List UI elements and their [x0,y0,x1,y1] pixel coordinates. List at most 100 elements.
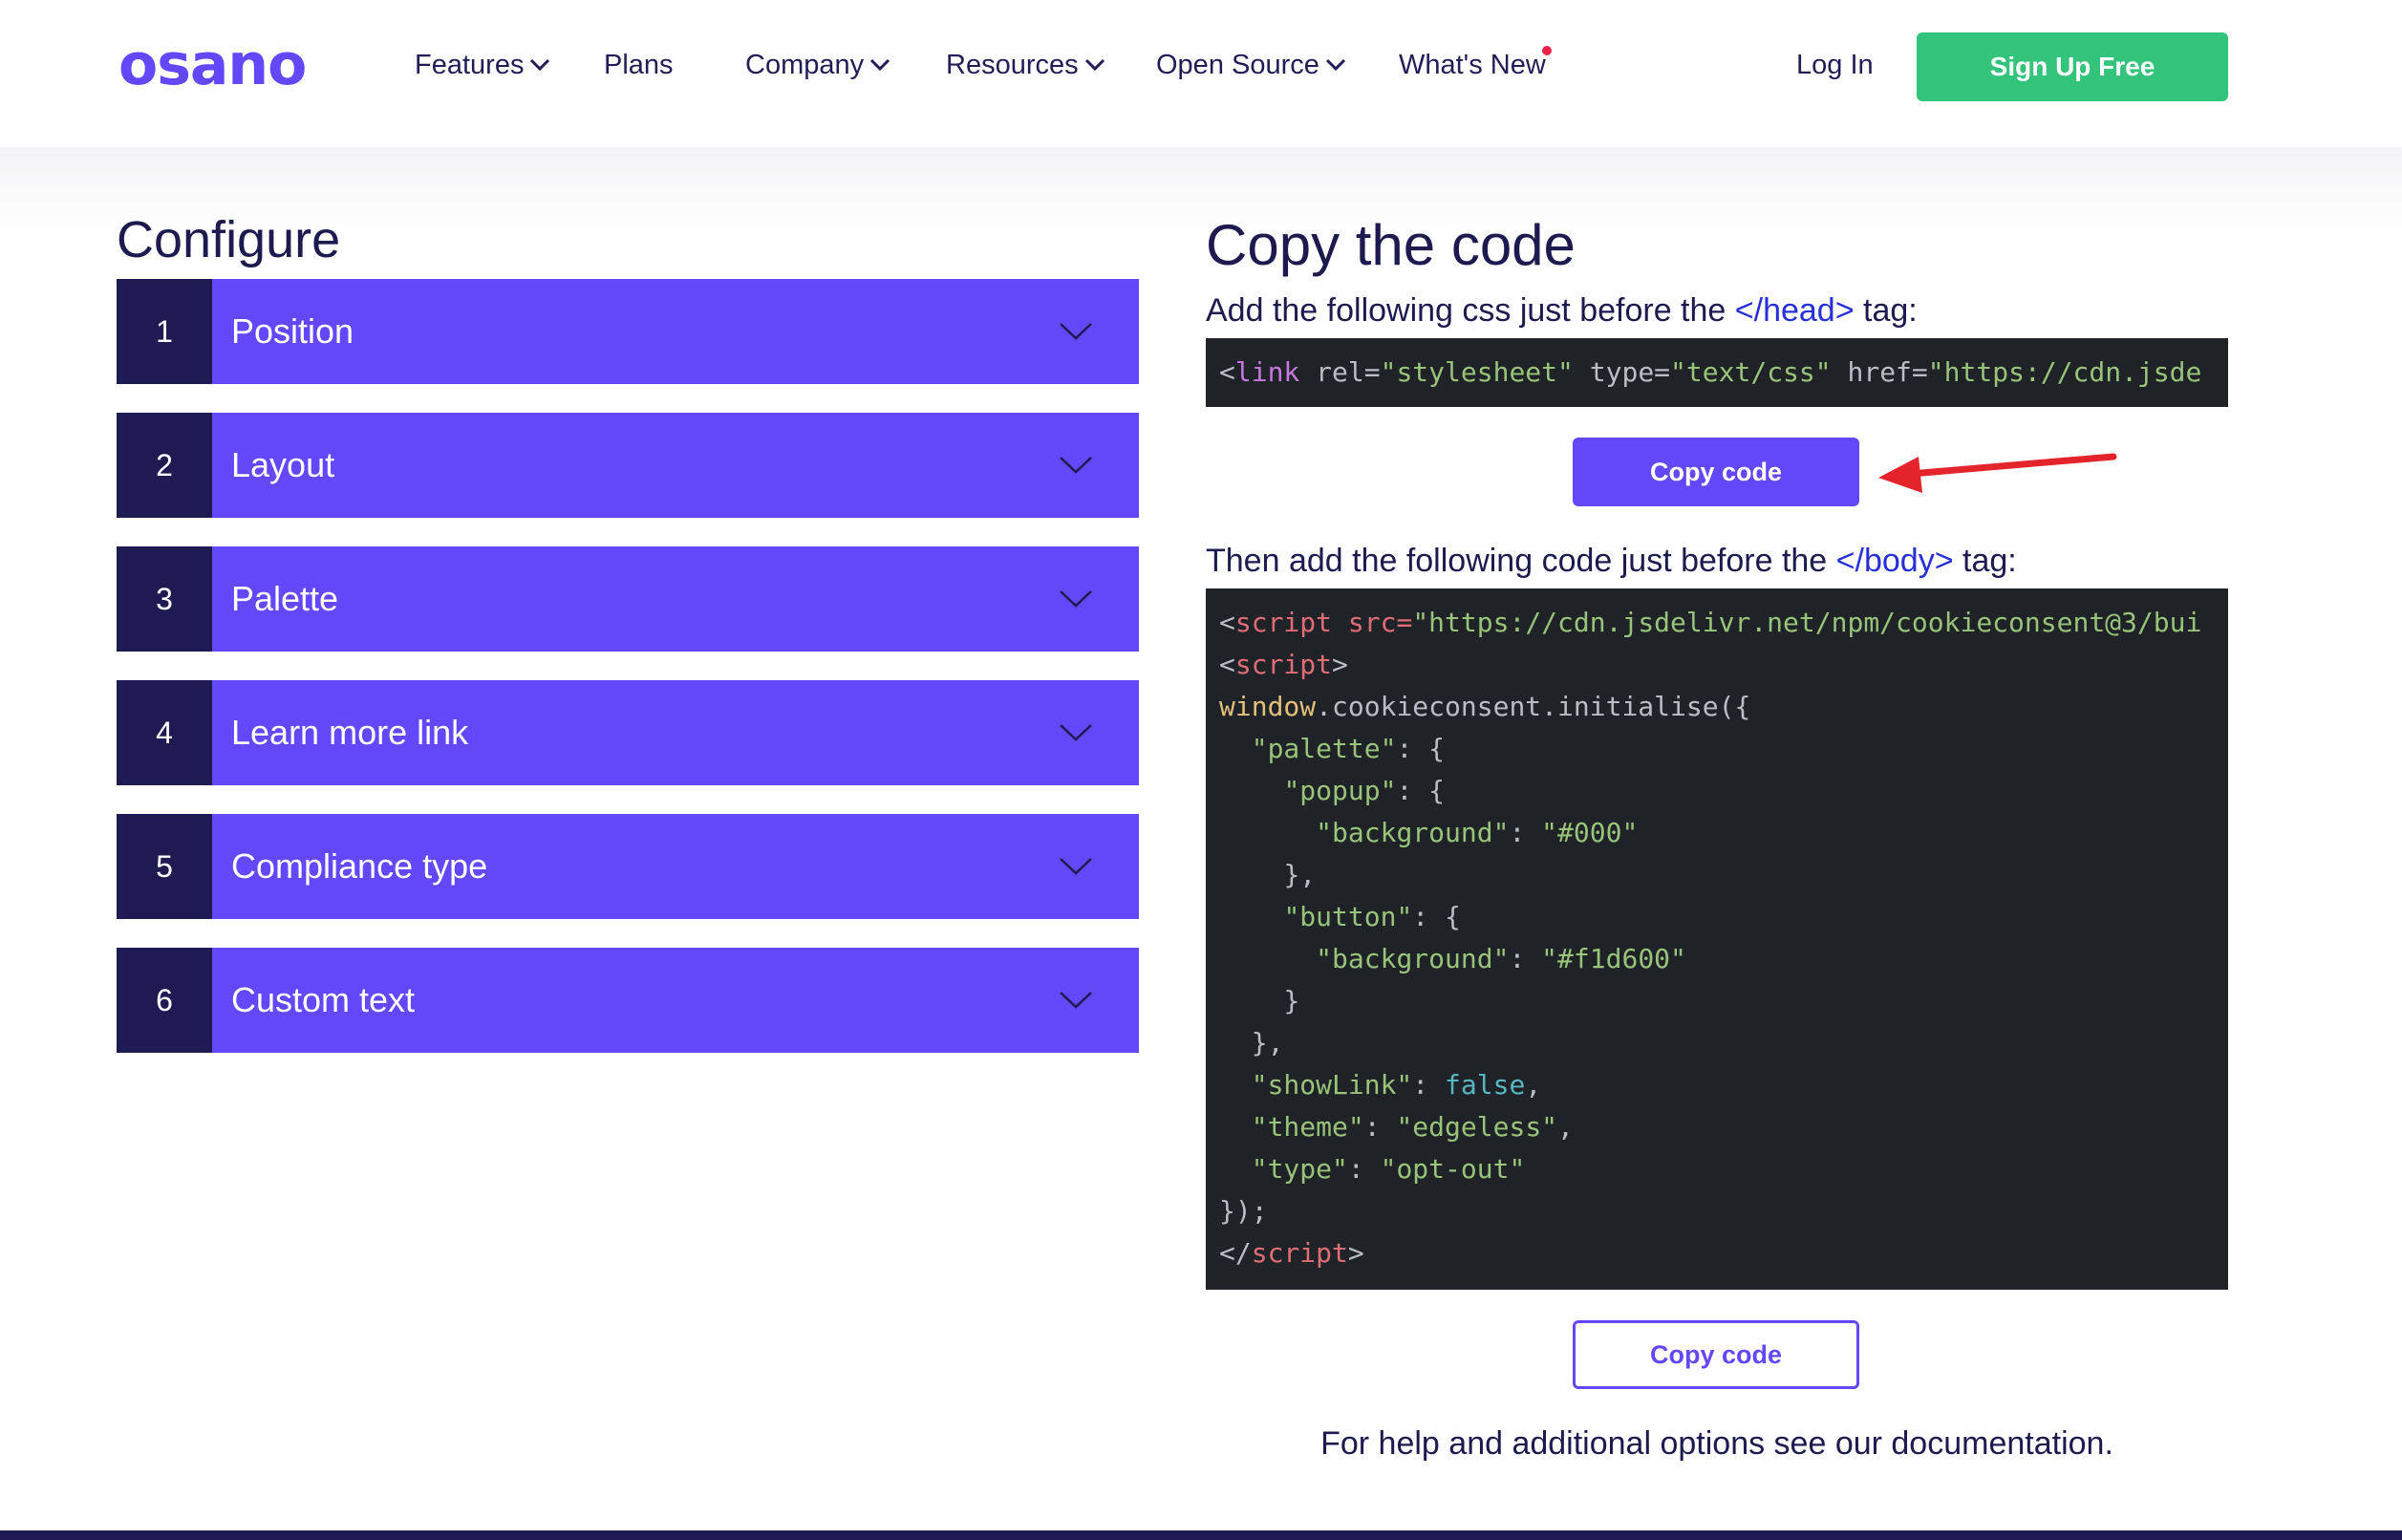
code-token: > [1347,1237,1364,1269]
css-instruction: Add the following css just before the </… [1206,292,1918,330]
copy-js-button[interactable]: Copy code [1573,1320,1859,1389]
nav-company[interactable]: Company [745,46,890,84]
body-tag: </body> [1835,543,1954,579]
nav-features-label: Features [415,49,525,80]
nav-whats-new-label: What's New [1399,49,1546,80]
chevron-down-icon [1060,457,1092,474]
code-token: "text/css" [1670,356,1832,388]
css-code-block[interactable]: <link rel="stylesheet" type="text/css" h… [1206,338,2228,407]
code-token: : [1412,1069,1446,1101]
css-instruction-before: Add the following css just before the [1206,292,1735,329]
signup-button[interactable]: Sign Up Free [1917,32,2228,101]
code-token: src= [1332,607,1413,638]
code-token: "background" [1316,943,1510,974]
help-text: For help and additional options see our … [1320,1425,2113,1462]
code-token: : [1509,817,1542,848]
code-token: "edgeless" [1396,1111,1558,1143]
code-token: "theme" [1251,1111,1364,1143]
code-token: script [1251,1237,1348,1269]
nav-open-source[interactable]: Open Source [1156,46,1346,84]
accordion-layout[interactable]: 2 Layout [117,413,1139,518]
js-code-block[interactable]: <script src="https://cdn.jsdelivr.net/np… [1206,588,2228,1290]
code-token: "background" [1316,817,1510,848]
code-token: : { [1412,901,1461,932]
accordion-palette[interactable]: 3 Palette [117,546,1139,652]
code-token: type= [1573,356,1671,388]
nav-whats-new[interactable]: What's New [1399,46,1546,84]
nav-features[interactable]: Features [415,46,550,84]
accordion-learn-more-link[interactable]: 4 Learn more link [117,680,1139,785]
js-instruction: Then add the following code just before … [1206,543,2017,580]
code-token: }); [1219,1195,1268,1227]
code-token: < [1219,607,1235,638]
nav-plans[interactable]: Plans [604,46,674,84]
code-token: "palette" [1251,733,1397,764]
copy-code-title: Copy the code [1206,213,1576,277]
step-number: 2 [117,413,212,518]
code-token: : [1509,943,1542,974]
accordion-label: Compliance type [231,846,488,886]
step-number: 5 [117,814,212,919]
code-token: < [1219,649,1235,680]
osano-logo[interactable]: osano [118,38,357,92]
code-token: : [1347,1153,1381,1185]
svg-text:osano: osano [118,38,306,92]
code-token: script [1234,607,1333,638]
accordion-label: Learn more link [231,713,469,752]
accordion-label: Custom text [231,980,416,1019]
chevron-down-icon [1060,992,1092,1009]
code-token: < [1219,356,1235,388]
notification-dot [1542,46,1552,55]
site-header: osano Features Plans Company Resources O… [0,0,2402,147]
accordion-label: Palette [231,579,339,618]
code-token: rel= [1299,356,1381,388]
code-token: "opt-out" [1380,1153,1526,1185]
step-number: 3 [117,546,212,652]
chevron-down-icon [1060,590,1092,608]
code-token: }, [1251,1027,1284,1059]
accordion-label: Position [231,311,354,351]
code-token: "#000" [1541,817,1639,848]
code-token: "popup" [1283,775,1397,806]
chevron-down-icon [1060,858,1092,875]
accordion-compliance-type[interactable]: 5 Compliance type [117,814,1139,919]
accordion-label: Layout [231,445,335,484]
code-token: : { [1396,733,1446,764]
code-token: "#f1d600" [1541,943,1686,974]
code-token: , [1557,1111,1574,1143]
js-instruction-before: Then add the following code just before … [1206,543,1836,579]
code-token: : { [1396,775,1446,806]
code-token: "showLink" [1251,1069,1413,1101]
nav-plans-label: Plans [604,49,674,80]
code-token: .cookieconsent.initialise({ [1316,691,1751,722]
code-token: > [1332,649,1348,680]
nav-resources[interactable]: Resources [946,46,1105,84]
step-number: 6 [117,948,212,1053]
nav-resources-label: Resources [946,49,1079,80]
red-arrow-annotation [1878,453,2117,493]
js-instruction-after: tag: [1953,543,2017,579]
code-token: false [1445,1069,1526,1101]
code-token: "stylesheet" [1380,356,1574,388]
step-number: 1 [117,279,212,384]
accordion-custom-text[interactable]: 6 Custom text [117,948,1139,1053]
css-instruction-after: tag: [1854,292,1918,329]
chevron-down-icon [1325,58,1346,72]
code-token: href= [1831,356,1928,388]
code-token: } [1283,985,1300,1016]
code-token: : [1363,1111,1397,1143]
login-link[interactable]: Log In [1796,46,1874,84]
chevron-down-icon [1060,323,1092,340]
code-token: , [1525,1069,1542,1101]
code-token: "https://cdn.jsdelivr.net/npm/cookiecons… [1412,607,2202,638]
step-number: 4 [117,680,212,785]
accordion-position[interactable]: 1 Position [117,279,1139,384]
code-token: link [1234,356,1300,388]
code-token: </ [1219,1237,1252,1269]
header-shadow [0,147,2402,233]
copy-css-button[interactable]: Copy code [1573,438,1859,506]
code-token: window [1219,691,1317,722]
footer-bar [0,1530,2402,1540]
code-token: script [1234,649,1333,680]
chevron-down-icon [1060,724,1092,741]
